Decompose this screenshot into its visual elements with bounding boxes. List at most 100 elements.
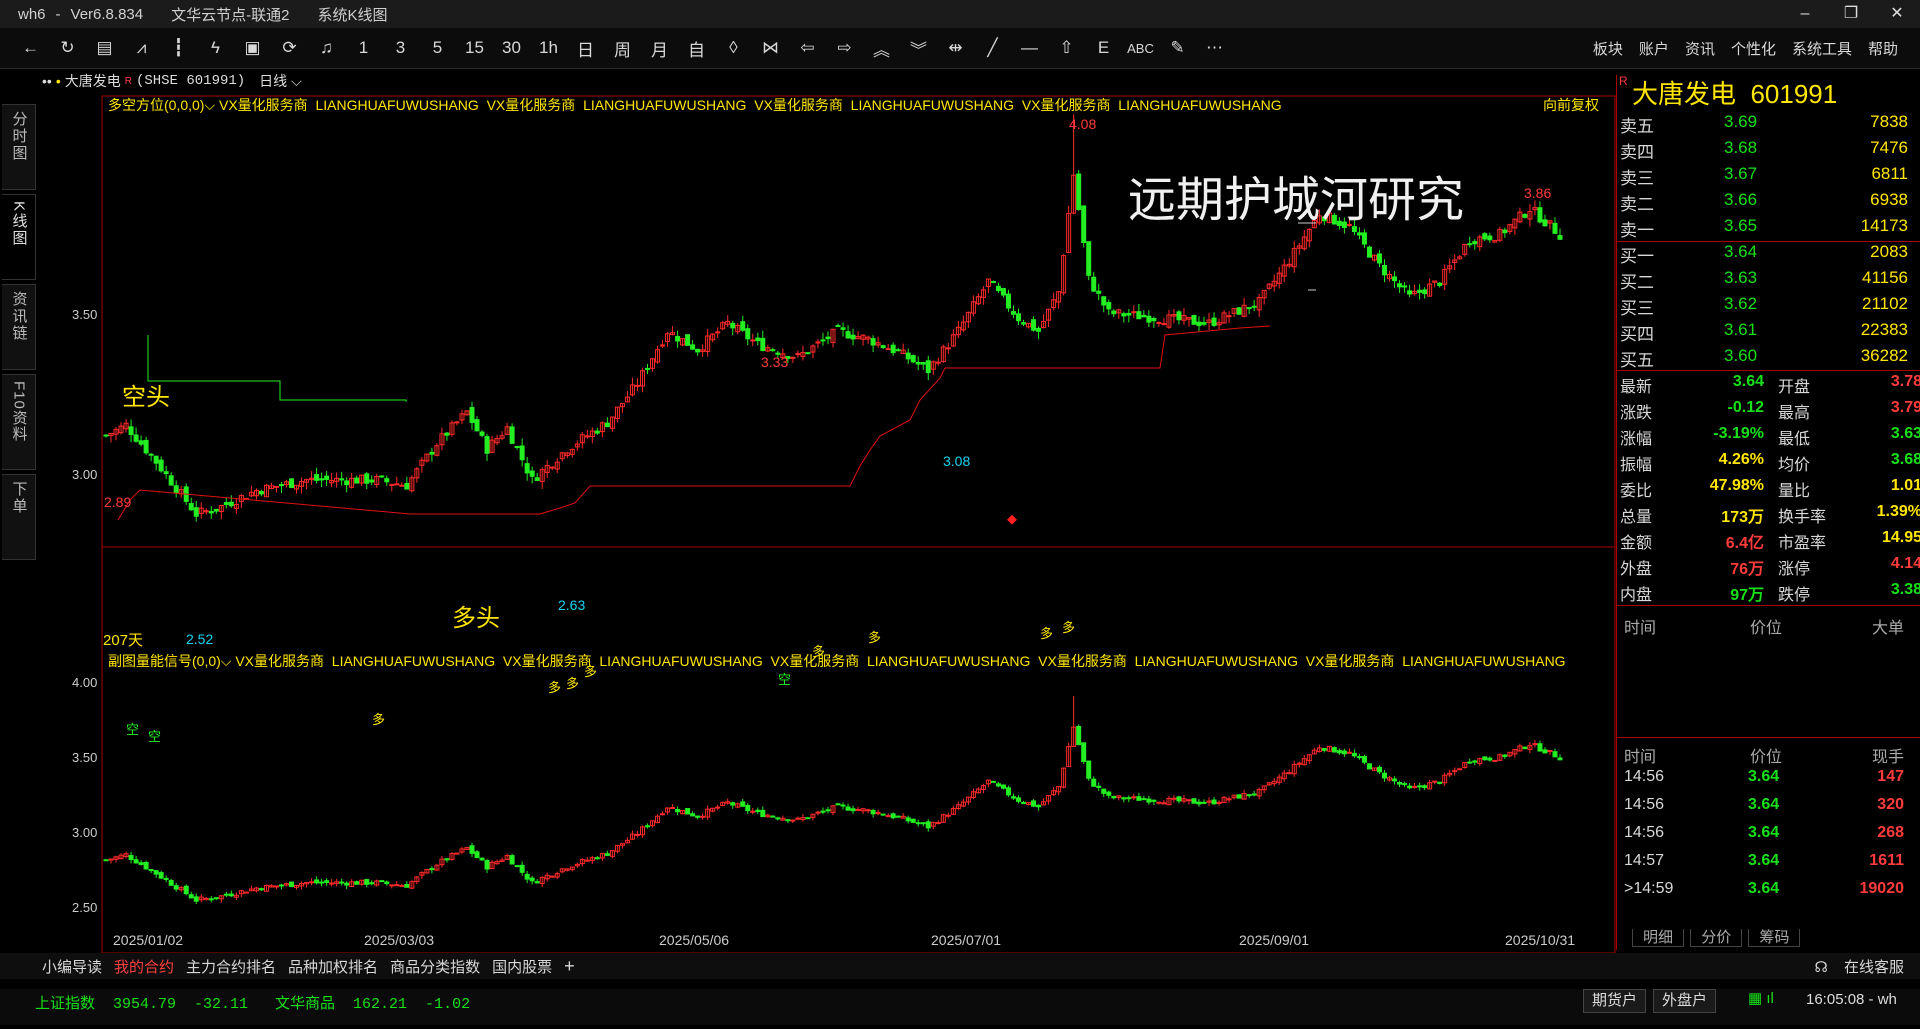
candle-body: [1472, 241, 1478, 245]
cycle-icon[interactable]: ⟳: [271, 38, 308, 58]
candle-body: [1151, 317, 1157, 322]
ask-row[interactable]: 卖四 3.68 7476: [1620, 138, 1916, 163]
candle-body: [1081, 742, 1087, 762]
candle-body: [1286, 772, 1292, 775]
tab-editor-guide[interactable]: 小编导读: [42, 956, 102, 977]
move-right-icon[interactable]: ⇨: [826, 38, 863, 58]
candle-body: [1542, 219, 1548, 227]
candle-body: [143, 861, 149, 870]
bid-row[interactable]: 买三 3.62 21102: [1620, 294, 1916, 319]
bid-row[interactable]: 买五 3.60 36282: [1620, 346, 1916, 371]
close-button[interactable]: ✕: [1874, 0, 1920, 28]
refresh-icon[interactable]: ↻: [49, 38, 86, 58]
horizontal-line-icon[interactable]: —: [1011, 38, 1048, 58]
candle-body: [685, 808, 691, 815]
online-service-button[interactable]: ☊ 在线客服: [1802, 956, 1904, 977]
x-tick-4: 2025/07/01: [931, 932, 1002, 948]
move-down-icon[interactable]: ︾: [900, 36, 937, 61]
menu-personalize[interactable]: 个性化: [1731, 38, 1776, 59]
candle-body: [278, 884, 284, 887]
candle-body: [795, 353, 801, 356]
sub-indicator-title[interactable]: 副图量能信号(0,0)⌵ VX量化服务商 LIANGHUAFUWUSHANG V…: [108, 651, 1566, 671]
candle-body: [1086, 241, 1092, 276]
tab-main-contract-rank[interactable]: 主力合约排名: [186, 956, 276, 977]
period-15[interactable]: 15: [456, 38, 493, 58]
add-tab-button[interactable]: +: [564, 956, 575, 977]
candle-body: [549, 466, 555, 469]
candle-body: [228, 501, 234, 507]
period-custom[interactable]: 自: [678, 36, 715, 61]
period-day[interactable]: 日: [567, 36, 604, 61]
candle-body: [644, 825, 650, 828]
main-indicator-title[interactable]: 多空方位(0,0,0)⌵ VX量化服务商 LIANGHUAFUWUSHANG V…: [108, 95, 1282, 115]
menu-bankuai[interactable]: 板块: [1593, 38, 1623, 59]
crosshair-icon[interactable]: ⇹: [937, 38, 974, 58]
minimize-button[interactable]: –: [1782, 0, 1828, 28]
period-1[interactable]: 1: [345, 38, 382, 58]
box-icon[interactable]: ▣: [234, 38, 271, 58]
ask-row[interactable]: 卖三 3.67 6811: [1620, 164, 1916, 189]
candle-body: [1407, 290, 1413, 295]
tab-my-contracts[interactable]: 我的合约: [114, 956, 174, 977]
period-week[interactable]: 周: [604, 36, 641, 61]
period-1h[interactable]: 1h: [530, 38, 567, 58]
tick-icon[interactable]: ϟ: [197, 38, 234, 58]
candle-body: [1377, 766, 1383, 773]
tab-price-dist[interactable]: 分价: [1690, 929, 1743, 947]
candle-body: [1437, 781, 1443, 784]
period-month[interactable]: 月: [641, 36, 678, 61]
line-chart-icon[interactable]: ⩘: [123, 38, 160, 58]
menu-system-tools[interactable]: 系统工具: [1792, 38, 1852, 59]
candle-body: [1146, 315, 1152, 323]
draw-line-icon[interactable]: ╱: [974, 38, 1011, 58]
bid-row[interactable]: 买二 3.63 41156: [1620, 268, 1916, 293]
pen-icon[interactable]: ✎: [1159, 38, 1196, 58]
tab-domestic-stocks[interactable]: 国内股票: [492, 956, 552, 977]
bell-icon[interactable]: ♫: [308, 38, 345, 58]
move-up-icon[interactable]: ︽: [863, 36, 900, 61]
candle-body: [354, 477, 360, 484]
tab-detail[interactable]: 明细: [1632, 929, 1685, 947]
foreign-account-button[interactable]: 外盘户: [1653, 989, 1717, 1013]
abc-icon[interactable]: ABC: [1122, 41, 1159, 56]
zoom-in-icon[interactable]: ◊: [715, 38, 752, 58]
menu-account[interactable]: 账户: [1639, 38, 1669, 59]
candle-body: [1131, 796, 1137, 799]
candle-body: [990, 281, 996, 284]
menu-help[interactable]: 帮助: [1868, 38, 1898, 59]
candle-body: [850, 808, 856, 812]
back-arrow-icon[interactable]: ←: [12, 38, 49, 58]
ask-row[interactable]: 卖五 3.69 7838: [1620, 112, 1916, 137]
kline-icon[interactable]: ┇: [160, 38, 197, 58]
text-icon[interactable]: Ε: [1085, 38, 1122, 58]
zoom-out-icon[interactable]: ⋈: [752, 38, 789, 58]
bid-row[interactable]: 买四 3.61 22383: [1620, 320, 1916, 345]
menu-news[interactable]: 资讯: [1685, 38, 1715, 59]
candle-body: [1156, 321, 1162, 324]
candle-body: [1492, 759, 1498, 762]
futures-account-button[interactable]: 期货户: [1583, 989, 1647, 1013]
ask-row[interactable]: 卖一 3.65 14173: [1620, 216, 1916, 241]
candle-body: [755, 809, 761, 813]
candle-body: [344, 882, 350, 886]
arrow-up-icon[interactable]: ⇧: [1048, 38, 1085, 58]
candle-body: [1000, 288, 1006, 296]
tab-weighted-rank[interactable]: 品种加权排名: [288, 956, 378, 977]
candle-body: [604, 853, 610, 856]
tab-chips[interactable]: 筹码: [1748, 929, 1801, 947]
bid-row[interactable]: 买一 3.64 2083: [1620, 242, 1916, 267]
table-icon[interactable]: ▤: [86, 38, 123, 58]
bear-stop-line: [147, 335, 407, 402]
ask-row[interactable]: 卖二 3.66 6938: [1620, 190, 1916, 215]
period-3[interactable]: 3: [382, 38, 419, 58]
candle-body: [1101, 296, 1107, 306]
tick-row: 14:56 3.64 320: [1624, 796, 1904, 813]
adjust-mode-label[interactable]: 向前复权: [1543, 95, 1599, 115]
tab-commodity-index[interactable]: 商品分类指数: [390, 956, 480, 977]
more-icon[interactable]: ⋯: [1196, 38, 1233, 58]
period-30[interactable]: 30: [493, 38, 530, 58]
maximize-button[interactable]: ❐: [1828, 0, 1874, 28]
move-left-icon[interactable]: ⇦: [789, 38, 826, 58]
period-5[interactable]: 5: [419, 38, 456, 58]
candle-body: [895, 815, 901, 818]
